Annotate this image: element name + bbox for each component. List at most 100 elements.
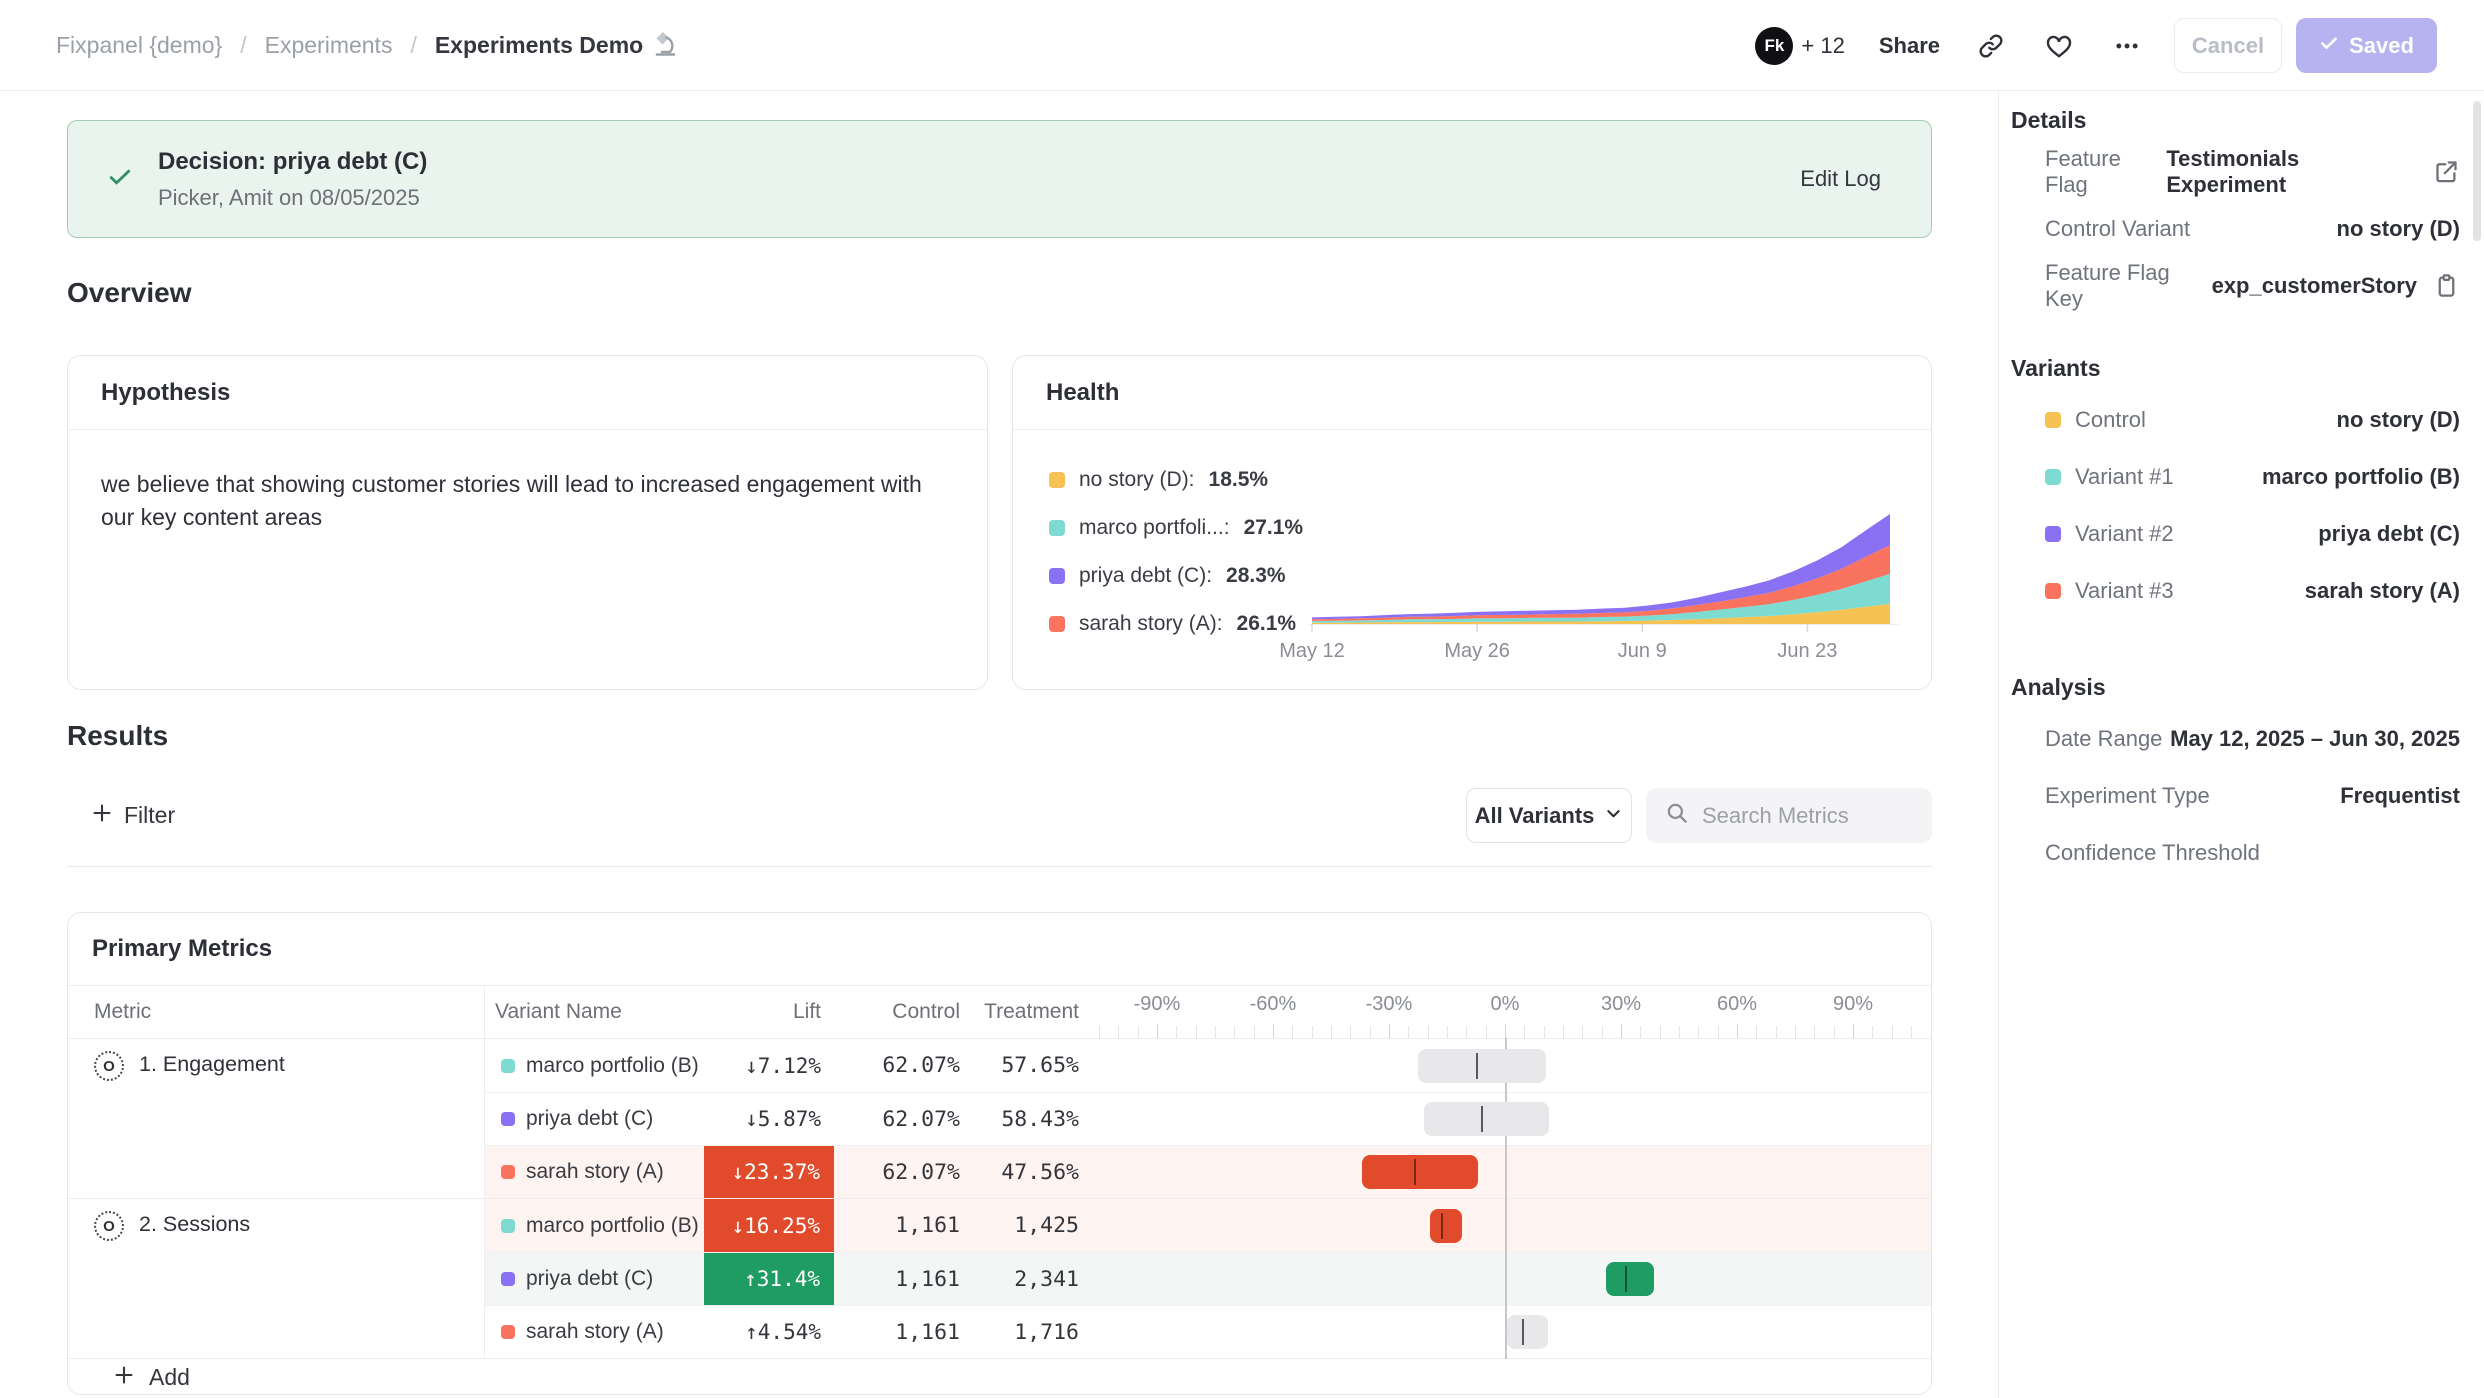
variant-name-cell: sarah story (A): [485, 1160, 704, 1184]
metric-row[interactable]: priya debt (C)↓5.87%62.07%58.43%: [485, 1092, 1931, 1145]
legend-swatch: [1049, 472, 1065, 488]
legend-swatch: [1049, 616, 1065, 632]
axis-tick-mark: [1834, 1026, 1835, 1038]
metric-row[interactable]: marco portfolio (B)↓16.25%1,1611,425: [485, 1199, 1931, 1252]
x-axis-label: May 12: [1267, 640, 1357, 663]
lift-point-marker: [1441, 1213, 1443, 1239]
axis-tick-mark: [1428, 1026, 1429, 1038]
external-link-icon[interactable]: [2433, 158, 2460, 185]
add-filter-button[interactable]: Filter: [90, 801, 175, 831]
health-legend-item: marco portfoli...:27.1%: [1049, 504, 1303, 552]
variant-row: Controlno story (D): [2011, 391, 2460, 448]
metric-row[interactable]: sarah story (A)↑4.54%1,1611,716: [485, 1305, 1931, 1358]
confidence-interval-bar: [1507, 1315, 1548, 1349]
control-cell: 62.07%: [834, 1053, 964, 1078]
add-metric-button[interactable]: Add: [68, 1358, 1931, 1395]
control-cell: 1,161: [834, 1213, 964, 1238]
health-legend-item: priya debt (C):28.3%: [1049, 552, 1303, 600]
lift-cell: ↓23.37%: [704, 1146, 834, 1198]
more-options-icon[interactable]: [2110, 29, 2144, 63]
analysis-label: Confidence Threshold: [2045, 840, 2260, 866]
col-variant-name: Variant Name: [485, 986, 704, 1038]
metric-row[interactable]: sarah story (A)↓23.37%62.07%47.56%: [485, 1145, 1931, 1198]
control-cell: 1,161: [834, 1267, 964, 1292]
axis-tick-mark: [1756, 1026, 1757, 1038]
lift-chip: ↓23.37%: [704, 1146, 834, 1198]
share-button[interactable]: Share: [1879, 33, 1940, 59]
axis-tick-mark: [1679, 1026, 1680, 1038]
confidence-interval-cell: [1083, 1199, 1931, 1252]
control-cell: 62.07%: [834, 1107, 964, 1132]
metric-cell: O 2. Sessions: [68, 1199, 485, 1358]
zero-line: [1505, 1198, 1507, 1253]
axis-tick-mark: [1892, 1026, 1893, 1038]
axis-tick-mark: [1118, 1026, 1119, 1038]
top-bar: Fixpanel {demo} / Experiments / Experime…: [0, 0, 2484, 91]
confidence-interval-bar: [1418, 1049, 1546, 1083]
metric-name: 2. Sessions: [139, 1212, 250, 1358]
primary-metrics-card: Primary Metrics Metric Variant Name Lift…: [67, 912, 1932, 1395]
copy-icon[interactable]: [2433, 272, 2460, 299]
search-metrics-input[interactable]: [1702, 803, 1912, 829]
add-label: Add: [149, 1364, 190, 1391]
variant-swatch: [2045, 583, 2061, 599]
filter-label: Filter: [124, 802, 175, 829]
axis-label: 0%: [1460, 993, 1550, 1016]
confidence-interval-cell: [1083, 1093, 1931, 1145]
variant-name-cell: priya debt (C): [485, 1267, 704, 1291]
axis-tick-mark: [1718, 1026, 1719, 1038]
lift-axis: -90%-60%-30%0%30%60%90%: [1083, 986, 1931, 1038]
axis-tick-mark: [1273, 1024, 1274, 1038]
variant-name: sarah story (A): [526, 1320, 664, 1344]
results-toolbar: Filter All Variants: [67, 788, 1932, 843]
variants-section: Variants Controlno story (D)Variant #1ma…: [2011, 355, 2460, 619]
breadcrumb-separator: /: [240, 32, 246, 59]
variant-filter-dropdown[interactable]: All Variants: [1466, 788, 1632, 843]
metric-group: O1. Engagementmarco portfolio (B)↓7.12%6…: [68, 1039, 1931, 1198]
edit-log-button[interactable]: Edit Log: [1800, 166, 1881, 192]
details-value: exp_customerStory: [2212, 273, 2417, 299]
axis-tick-mark: [1872, 1026, 1873, 1038]
breadcrumb-project[interactable]: Fixpanel {demo}: [56, 32, 222, 59]
axis-label: -30%: [1344, 993, 1434, 1016]
axis-tick-mark: [1408, 1026, 1409, 1038]
main-content: Decision: priya debt (C) Picker, Amit on…: [0, 91, 1998, 1398]
breadcrumb-experiments[interactable]: Experiments: [265, 32, 393, 59]
variant-row: Variant #2priya debt (C): [2011, 505, 2460, 562]
variants-heading: Variants: [2011, 355, 2460, 382]
variant-value: sarah story (A): [2305, 578, 2460, 604]
copy-link-icon[interactable]: [1974, 29, 2008, 63]
axis-label: -90%: [1112, 993, 1202, 1016]
lift-cell: ↑31.4%: [704, 1253, 834, 1305]
decision-check-icon: [106, 163, 134, 196]
scrollbar-thumb[interactable]: [2473, 101, 2481, 241]
page-title: Experiments Demo: [435, 32, 643, 59]
cancel-button[interactable]: Cancel: [2174, 18, 2282, 73]
saved-button[interactable]: Saved: [2296, 18, 2437, 73]
top-bar-actions: Fk + 12 Share Cancel Saved: [1755, 0, 2437, 91]
variant-name-cell: marco portfolio (B): [485, 1214, 704, 1238]
collaborator-count[interactable]: + 12: [1801, 33, 1844, 59]
legend-swatch: [1049, 568, 1065, 584]
variant-swatch: [501, 1112, 515, 1126]
axis-tick-mark: [1698, 1026, 1699, 1038]
analysis-row: Confidence Threshold: [2011, 824, 2460, 881]
analysis-section: Analysis Date RangeMay 12, 2025 – Jun 30…: [2011, 674, 2460, 881]
axis-tick-mark: [1254, 1026, 1255, 1038]
axis-tick-mark: [1370, 1026, 1371, 1038]
lift-chip: ↓16.25%: [704, 1199, 834, 1252]
saved-label: Saved: [2349, 33, 2414, 59]
analysis-row: Date RangeMay 12, 2025 – Jun 30, 2025: [2011, 710, 2460, 767]
analysis-row: Experiment TypeFrequentist: [2011, 767, 2460, 824]
analysis-label: Experiment Type: [2045, 783, 2210, 809]
variant-name: sarah story (A): [526, 1160, 664, 1184]
primary-metrics-title: Primary Metrics: [68, 913, 1931, 986]
metric-row[interactable]: marco portfolio (B)↓7.12%62.07%57.65%: [485, 1039, 1931, 1092]
x-axis-label: May 26: [1432, 640, 1522, 663]
lift-point-marker: [1414, 1159, 1416, 1185]
avatar[interactable]: Fk: [1755, 27, 1793, 65]
metric-row[interactable]: priya debt (C)↑31.4%1,1612,341: [485, 1252, 1931, 1305]
treatment-cell: 1,425: [964, 1213, 1083, 1238]
favorite-icon[interactable]: [2042, 29, 2076, 63]
metric-icon: O: [94, 1211, 124, 1241]
